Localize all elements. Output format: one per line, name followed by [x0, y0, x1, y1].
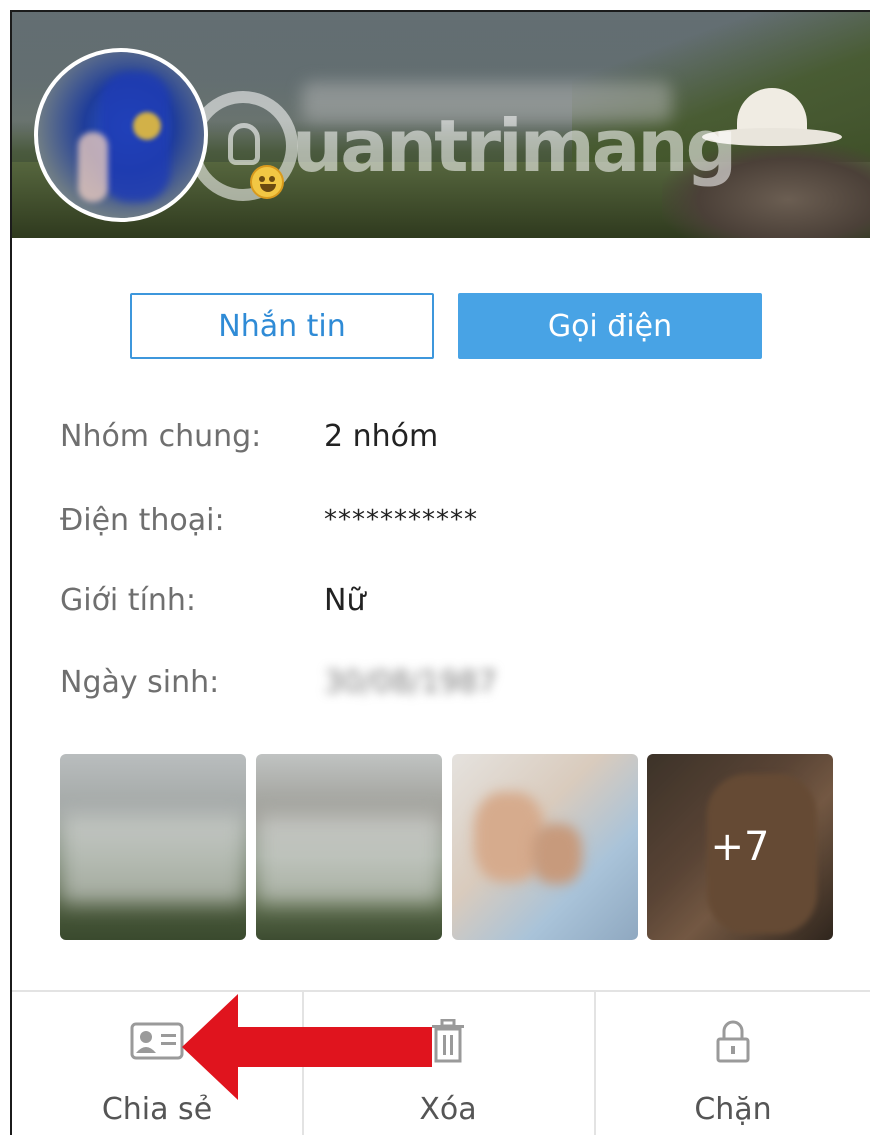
photo-thumbnail[interactable] — [452, 754, 638, 940]
trash-icon — [430, 1018, 466, 1064]
photo-thumbnail-more[interactable]: +7 — [647, 754, 833, 940]
photo-thumbnail[interactable] — [256, 754, 442, 940]
avatar[interactable] — [34, 48, 208, 222]
call-button[interactable]: Gọi điện — [458, 293, 762, 359]
info-value[interactable]: 2 nhóm — [324, 419, 438, 454]
bottom-action-bar: Chia sẻ Xóa Chặn — [12, 990, 870, 1135]
info-label: Nhóm chung: — [60, 418, 262, 454]
info-value: *********** — [324, 505, 478, 535]
block-button[interactable]: Chặn — [594, 992, 870, 1135]
watermark-text: uantrimang — [292, 104, 737, 188]
annotation-arrow — [182, 994, 432, 1100]
block-label: Chặn — [694, 1092, 772, 1127]
info-row-phone: Điện thoại: *********** — [60, 498, 478, 542]
more-photos-count: +7 — [710, 824, 770, 870]
watermark-logo: uantrimang — [188, 86, 737, 206]
info-row-gender: Giới tính: Nữ — [60, 578, 365, 622]
contact-card-icon — [130, 1018, 184, 1064]
message-button[interactable]: Nhắn tin — [130, 293, 434, 359]
info-value: Nữ — [324, 582, 366, 618]
photo-thumbnail[interactable] — [60, 754, 246, 940]
info-row-common-groups: Nhóm chung: 2 nhóm — [60, 414, 438, 458]
emoji-icon — [250, 165, 284, 199]
info-row-birthday: Ngày sinh: 30/08/1987 — [60, 660, 497, 704]
profile-panel: uantrimang Nhắn tin Gọi điện Nhóm chung:… — [10, 10, 870, 1135]
info-label: Ngày sinh: — [60, 664, 220, 700]
info-value: 30/08/1987 — [324, 664, 497, 700]
lock-icon — [715, 1018, 751, 1064]
info-label: Giới tính: — [60, 582, 197, 618]
info-label: Điện thoại: — [60, 502, 225, 538]
